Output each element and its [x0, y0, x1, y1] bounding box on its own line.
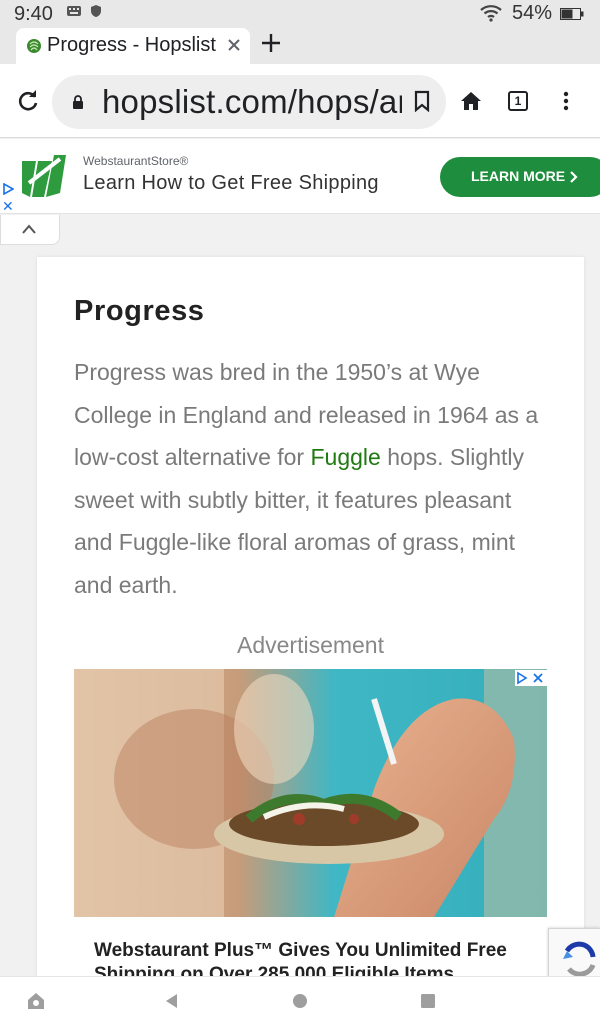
- tab-strip: Progress - Hopslist: [0, 28, 600, 64]
- ad-headline[interactable]: Learn How to Get Free Shipping: [83, 172, 379, 195]
- home-icon-nav[interactable]: [290, 991, 310, 1011]
- chevron-up-icon: [22, 224, 36, 234]
- address-bar[interactable]: hopslist.com/hops/aroma/progress/: [52, 75, 446, 129]
- article-description: Progress was bred in the 1950’s at Wye C…: [74, 351, 550, 606]
- status-time: 9:40: [14, 3, 53, 25]
- tab-progress[interactable]: Progress - Hopslist: [16, 28, 250, 64]
- shield-icon: [91, 5, 101, 17]
- tab-switcher-button[interactable]: 1: [508, 91, 528, 111]
- bookmark-icon[interactable]: [414, 90, 430, 112]
- tab-title: Progress - Hopslist: [47, 34, 216, 56]
- advertisement-label: Advertisement: [236, 632, 384, 658]
- fuggle-link[interactable]: Fuggle: [310, 444, 380, 470]
- collapse-ad-button[interactable]: [0, 215, 60, 245]
- article-title: Progress: [74, 295, 205, 327]
- hop-cone-icon: [27, 39, 41, 53]
- new-tab-icon[interactable]: [260, 32, 282, 54]
- image-ad[interactable]: [74, 669, 547, 917]
- browser-toolbar: hopslist.com/hops/aroma/progress/ 1: [0, 64, 600, 138]
- learn-more-button[interactable]: LEARN MORE: [440, 157, 600, 197]
- back-icon[interactable]: [162, 991, 182, 1011]
- more-menu-icon[interactable]: [558, 90, 574, 112]
- status-bar: 9:40 54%: [0, 0, 600, 28]
- close-tab-icon[interactable]: [224, 35, 244, 55]
- reload-icon[interactable]: [16, 89, 40, 113]
- ad-brand: WebstaurantStore®: [83, 154, 189, 168]
- ad-close-icon[interactable]: ✕: [2, 198, 14, 215]
- battery-percent: 54%: [512, 2, 553, 24]
- adchoices-icon[interactable]: [2, 183, 14, 195]
- recents-icon[interactable]: [418, 991, 438, 1011]
- keyboard-notification-icon: [67, 6, 81, 16]
- learn-more-label: LEARN MORE: [471, 168, 566, 184]
- home-assistant-icon[interactable]: [26, 991, 46, 1011]
- chevron-right-icon: [570, 171, 578, 183]
- lock-icon: [73, 95, 83, 109]
- ad-choices-badge[interactable]: [515, 670, 547, 686]
- top-ad-banner[interactable]: ✕ WebstaurantStore® Learn How to Get Fre…: [0, 139, 600, 214]
- adchoices-close-icon: [517, 671, 543, 685]
- system-nav-bar: [0, 976, 600, 1024]
- ad-food-photo: [74, 669, 547, 917]
- hop-article-card: Progress Progress was bred in the 1950’s…: [37, 257, 584, 997]
- home-icon[interactable]: [460, 90, 482, 112]
- wifi-icon: [480, 5, 502, 22]
- battery-icon: [560, 8, 584, 20]
- url-text: hopslist.com/hops/aroma/progress/: [102, 83, 402, 120]
- webstaurant-logo-icon: [22, 155, 66, 197]
